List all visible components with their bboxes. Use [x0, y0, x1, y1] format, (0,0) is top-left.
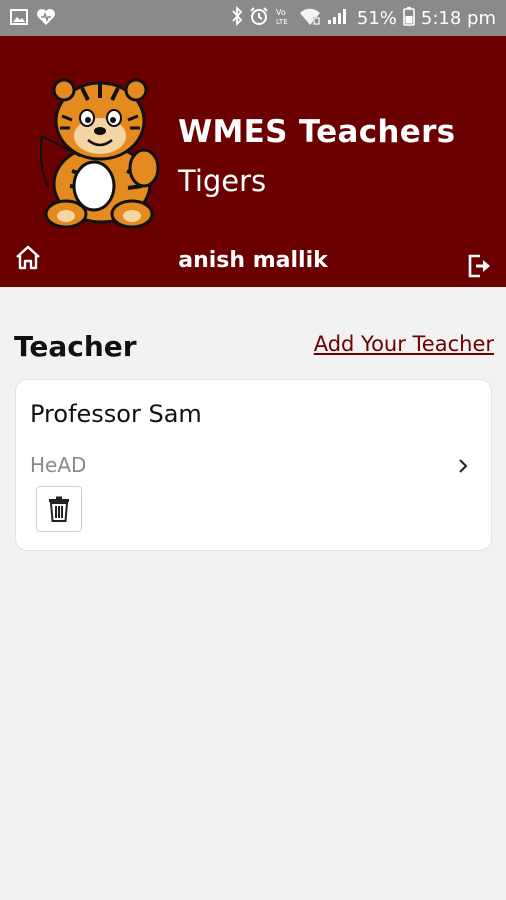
status-right-icons: Vo LTE 51% 5:18 pm: [231, 5, 496, 31]
app-title: WMES Teachers: [178, 114, 456, 150]
logout-icon: [468, 254, 490, 278]
image-icon: [10, 8, 28, 30]
teacher-card[interactable]: Professor Sam HeAD: [15, 379, 492, 551]
signal-icon: [327, 6, 351, 31]
volte-icon: Vo LTE: [275, 6, 293, 31]
delete-button[interactable]: [36, 486, 82, 532]
svg-text:Vo: Vo: [276, 8, 286, 17]
status-left-icons: [10, 8, 56, 30]
teacher-role: HeAD: [30, 453, 87, 477]
add-your-teacher-link[interactable]: Add Your Teacher: [314, 332, 494, 356]
user-name: anish mallik: [178, 248, 328, 273]
battery-icon: [403, 6, 415, 31]
svg-text:LTE: LTE: [276, 18, 288, 26]
wifi-icon: [299, 6, 321, 31]
heart-icon: [36, 8, 56, 30]
tiger-mascot-logo: [32, 76, 168, 229]
status-bar: Vo LTE 51% 5:18 pm: [0, 0, 506, 36]
clock: 5:18 pm: [420, 8, 496, 29]
alarm-icon: [249, 6, 269, 31]
chevron-right-icon[interactable]: [457, 458, 469, 474]
battery-percent: 51%: [356, 8, 397, 29]
bluetooth-icon: [231, 5, 243, 31]
trash-icon: [49, 496, 69, 522]
app-subtitle: Tigers: [178, 164, 267, 198]
logout-button[interactable]: [466, 252, 494, 280]
teacher-name: Professor Sam: [30, 400, 202, 428]
section-title: Teacher: [14, 330, 137, 363]
app-header: WMES Teachers Tigers anish mallik: [0, 36, 506, 287]
